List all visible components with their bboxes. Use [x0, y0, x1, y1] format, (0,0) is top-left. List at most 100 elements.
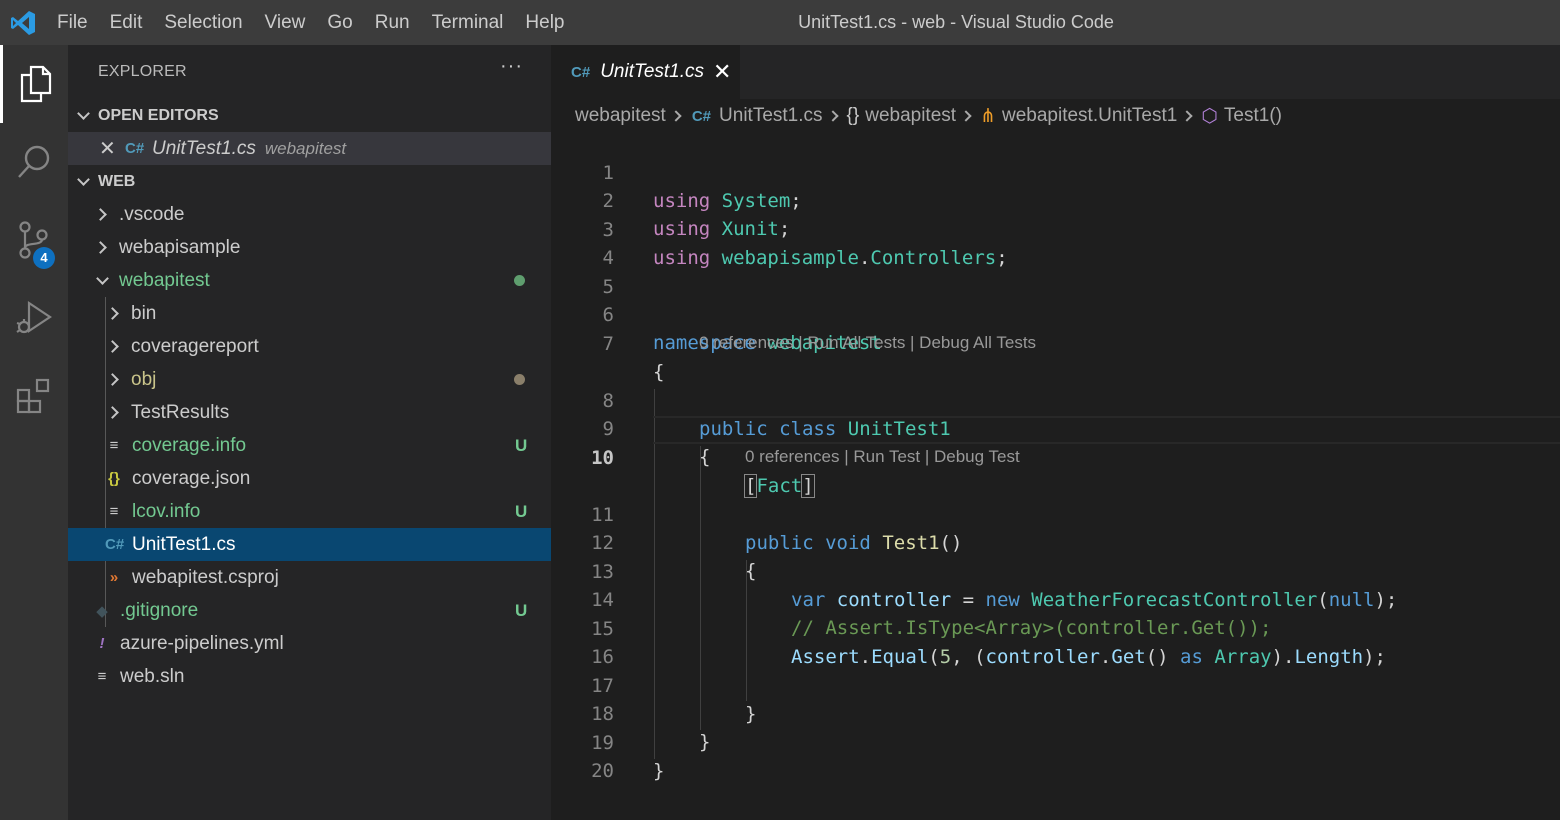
- tree-file-csproj[interactable]: » webapitest.csproj: [68, 561, 551, 594]
- tree-item-label: .gitignore: [120, 599, 199, 621]
- open-editor-filename: UnitTest1.cs: [152, 137, 256, 159]
- breadcrumb-class[interactable]: webapitest.UnitTest1: [1002, 105, 1177, 127]
- menu-selection[interactable]: Selection: [153, 0, 253, 45]
- tree-file-coverage-json[interactable]: {} coverage.json: [68, 462, 551, 495]
- breadcrumb-method[interactable]: Test1(): [1224, 105, 1282, 127]
- breadcrumb-file[interactable]: UnitTest1.cs: [719, 105, 822, 127]
- title-bar: File Edit Selection View Go Run Terminal…: [0, 0, 1560, 45]
- tree-folder-bin[interactable]: bin: [68, 297, 551, 330]
- explorer-sidebar: EXPLORER ··· OPEN EDITORS ✕ C# UnitTest1…: [68, 45, 551, 820]
- token-punct: {: [699, 446, 711, 468]
- tab-unittest1[interactable]: C# UnitTest1.cs ✕: [551, 45, 740, 99]
- tree-file-web-sln[interactable]: ≡ web.sln: [68, 660, 551, 693]
- git-file-icon: ◆: [96, 602, 108, 620]
- open-editor-folder: webapitest: [264, 138, 347, 158]
- more-actions-button[interactable]: ···: [500, 55, 523, 78]
- modified-dot: [514, 275, 525, 286]
- tree-item-label: coveragereport: [131, 335, 259, 357]
- chevron-right-icon: [106, 340, 119, 353]
- tree-item-label: obj: [131, 368, 157, 390]
- source-control-icon[interactable]: 4: [0, 201, 68, 279]
- code-line: 14 // Assert.IsType<Array>(controller.Ge…: [551, 558, 1560, 639]
- json-file-icon: {}: [108, 470, 120, 487]
- chevron-right-icon: [1181, 110, 1193, 122]
- tree-folder-coveragereport[interactable]: coveragereport: [68, 330, 551, 363]
- tree-folder-obj[interactable]: obj: [68, 363, 551, 396]
- line-number: 10: [591, 447, 614, 469]
- chevron-right-icon: [670, 110, 682, 122]
- workspace-section[interactable]: WEB: [68, 165, 551, 198]
- menu-terminal[interactable]: Terminal: [421, 0, 515, 45]
- code-line: 12 {: [551, 501, 1560, 582]
- csharp-file-icon: C#: [105, 536, 125, 553]
- chevron-down-icon: [96, 271, 109, 285]
- close-icon[interactable]: ✕: [713, 59, 731, 85]
- tree-folder-webapisample[interactable]: webapisample: [68, 231, 551, 264]
- code-lens-method[interactable]: 0 references | Run Test | Debug Test: [745, 447, 1020, 471]
- code-line-current: 10 [Fact]: [551, 416, 1560, 498]
- close-icon[interactable]: ✕: [99, 136, 117, 161]
- workspace-label: WEB: [98, 172, 136, 190]
- tree-item-label: webapitest.csproj: [132, 566, 279, 588]
- code-line: 5: [551, 245, 1560, 298]
- chevron-right-icon: [106, 307, 119, 320]
- tree-file-gitignore[interactable]: ◆ .gitignore U: [68, 594, 551, 627]
- code-line: 17 }: [551, 644, 1560, 725]
- extensions-icon[interactable]: [0, 357, 68, 435]
- run-debug-icon[interactable]: [0, 279, 68, 357]
- tree-item-label: TestResults: [131, 401, 230, 423]
- menu-bar: File Edit Selection View Go Run Terminal…: [46, 0, 576, 45]
- chevron-right-icon: [960, 110, 972, 122]
- code-line: 20: [551, 729, 1560, 782]
- menu-edit[interactable]: Edit: [99, 0, 154, 45]
- tree-folder-vscode[interactable]: .vscode: [68, 198, 551, 231]
- open-editor-item[interactable]: ✕ C# UnitTest1.cs webapitest: [68, 132, 551, 165]
- menu-go[interactable]: Go: [316, 0, 363, 45]
- code-line: 4: [551, 216, 1560, 269]
- text-file-icon: ≡: [97, 668, 107, 685]
- tree-item-label: coverage.info: [132, 434, 247, 456]
- code-line: 13 var controller = new WeatherForecastC…: [551, 530, 1560, 611]
- tree-file-coverage-info[interactable]: ≡ coverage.info U: [68, 429, 551, 462]
- code-lens-class[interactable]: 0 references | Run All Tests | Debug All…: [699, 333, 1036, 357]
- code-line: 11 public void Test1(): [551, 473, 1560, 554]
- menu-help[interactable]: Help: [514, 0, 575, 45]
- csharp-file-icon: C#: [691, 107, 712, 125]
- tree-file-lcov-info[interactable]: ≡ lcov.info U: [68, 495, 551, 528]
- explorer-header: EXPLORER ···: [68, 45, 551, 99]
- tree-item-label: azure-pipelines.yml: [120, 632, 284, 654]
- open-editors-section[interactable]: OPEN EDITORS: [68, 99, 551, 132]
- line-number: 20: [591, 760, 614, 782]
- activity-bar: 4: [0, 45, 68, 820]
- search-icon[interactable]: [0, 123, 68, 201]
- chevron-right-icon: [94, 208, 107, 221]
- code-line: 9 {: [551, 387, 1560, 468]
- yaml-file-icon: !: [99, 635, 105, 652]
- breadcrumb-namespace[interactable]: webapitest: [865, 105, 956, 127]
- chevron-down-icon: [77, 106, 90, 120]
- vscode-logo-icon: [0, 0, 46, 45]
- code-line: 3 using webapisample.Controllers;: [551, 188, 1560, 269]
- tree-folder-webapitest[interactable]: webapitest: [68, 264, 551, 297]
- csharp-file-icon: C#: [125, 140, 145, 157]
- tree-folder-testresults[interactable]: TestResults: [68, 396, 551, 429]
- code-line: 7 {: [551, 302, 1560, 383]
- rss-file-icon: »: [109, 569, 119, 586]
- menu-file[interactable]: File: [46, 0, 99, 45]
- method-icon: ⬡: [1201, 105, 1218, 127]
- text-file-icon: ≡: [109, 437, 119, 454]
- csharp-file-icon: C#: [571, 63, 591, 81]
- tree-file-unittest1[interactable]: C# UnitTest1.cs: [68, 528, 551, 561]
- menu-view[interactable]: View: [254, 0, 317, 45]
- untracked-badge: U: [515, 600, 528, 620]
- editor: C# UnitTest1.cs ✕ webapitest C# UnitTest…: [551, 45, 1560, 820]
- ignored-dot: [514, 374, 525, 385]
- tree-item-label: lcov.info: [132, 500, 201, 522]
- chevron-right-icon: [106, 406, 119, 419]
- breadcrumb-folder[interactable]: webapitest: [575, 105, 666, 127]
- tree-file-azure-pipelines[interactable]: ! azure-pipelines.yml: [68, 627, 551, 660]
- menu-run[interactable]: Run: [364, 0, 421, 45]
- namespace-icon: {}: [846, 105, 860, 126]
- explorer-title: EXPLORER: [98, 63, 187, 80]
- explorer-icon[interactable]: [0, 45, 68, 123]
